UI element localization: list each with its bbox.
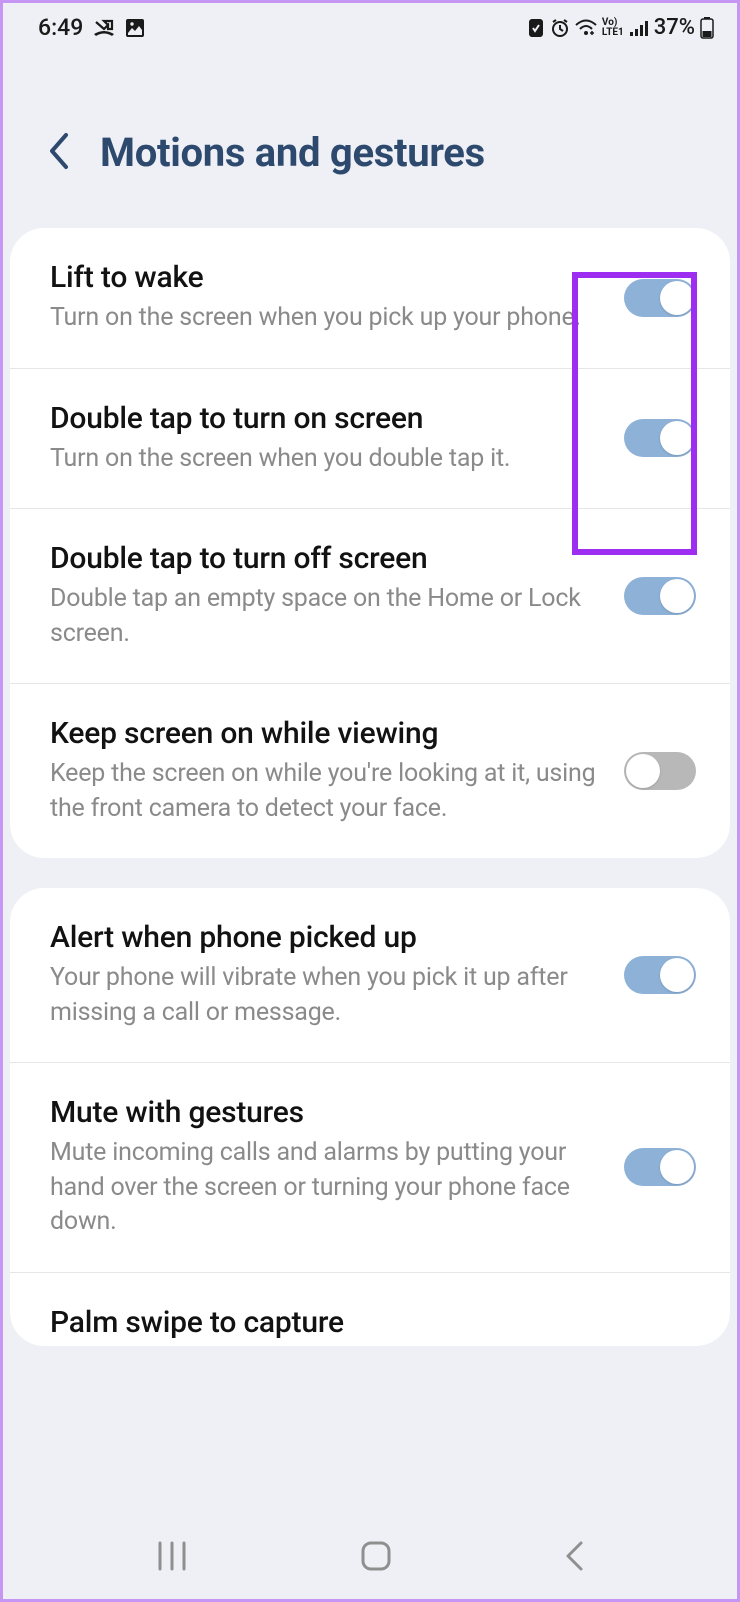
battery-text: 37% xyxy=(654,15,695,40)
toggle-lift-to-wake[interactable] xyxy=(624,279,696,317)
toggle-double-tap-on[interactable] xyxy=(624,419,696,457)
status-left: 6:49 xyxy=(38,14,145,41)
setting-mute-gestures[interactable]: Mute with gestures Mute incoming calls a… xyxy=(10,1063,730,1273)
status-bar: 6:49 Vo)LTE1 37% xyxy=(0,0,740,51)
setting-lift-to-wake[interactable]: Lift to wake Turn on the screen when you… xyxy=(10,228,730,369)
setting-title: Mute with gestures xyxy=(50,1095,604,1130)
setting-desc: Your phone will vibrate when you pick it… xyxy=(50,961,604,1030)
volte-icon: Vo)LTE1 xyxy=(602,18,624,38)
setting-text: Lift to wake Turn on the screen when you… xyxy=(50,260,604,336)
setting-title: Palm swipe to capture xyxy=(50,1305,696,1340)
settings-group-2: Alert when phone picked up Your phone wi… xyxy=(10,888,730,1346)
setting-desc: Keep the screen on while you're looking … xyxy=(50,757,604,826)
setting-text: Alert when phone picked up Your phone wi… xyxy=(50,920,604,1030)
setting-title: Alert when phone picked up xyxy=(50,920,604,955)
wifi-icon xyxy=(575,19,597,37)
setting-desc: Turn on the screen when you pick up your… xyxy=(50,301,604,336)
setting-title: Double tap to turn on screen xyxy=(50,401,604,436)
toggle-keep-screen-on[interactable] xyxy=(624,752,696,790)
toggle-double-tap-off[interactable] xyxy=(624,577,696,615)
setting-keep-screen-on[interactable]: Keep screen on while viewing Keep the sc… xyxy=(10,684,730,858)
setting-desc: Mute incoming calls and alarms by puttin… xyxy=(50,1136,604,1240)
setting-title: Lift to wake xyxy=(50,260,604,295)
setting-palm-swipe[interactable]: Palm swipe to capture xyxy=(10,1273,730,1346)
page-title: Motions and gestures xyxy=(100,129,485,176)
setting-alert-pickup[interactable]: Alert when phone picked up Your phone wi… xyxy=(10,888,730,1063)
missed-call-icon xyxy=(93,19,115,37)
setting-desc: Turn on the screen when you double tap i… xyxy=(50,442,604,477)
setting-text: Double tap to turn on screen Turn on the… xyxy=(50,401,604,477)
back-button[interactable] xyxy=(563,1540,585,1572)
home-button[interactable] xyxy=(360,1540,392,1572)
battery-icon xyxy=(700,17,714,39)
setting-text: Palm swipe to capture xyxy=(50,1305,696,1346)
setting-text: Keep screen on while viewing Keep the sc… xyxy=(50,716,604,826)
system-icon xyxy=(527,18,545,38)
toggle-alert-pickup[interactable] xyxy=(624,956,696,994)
page-header: Motions and gestures xyxy=(0,51,740,228)
setting-double-tap-on[interactable]: Double tap to turn on screen Turn on the… xyxy=(10,369,730,510)
toggle-mute-gestures[interactable] xyxy=(624,1148,696,1186)
settings-group-1: Lift to wake Turn on the screen when you… xyxy=(10,228,730,858)
setting-title: Double tap to turn off screen xyxy=(50,541,604,576)
status-right: Vo)LTE1 37% xyxy=(527,15,714,40)
setting-double-tap-off[interactable]: Double tap to turn off screen Double tap… xyxy=(10,509,730,684)
setting-desc: Double tap an empty space on the Home or… xyxy=(50,582,604,651)
navigation-bar xyxy=(0,1510,740,1602)
gallery-icon xyxy=(125,18,145,38)
signal-icon xyxy=(629,19,649,37)
setting-text: Mute with gestures Mute incoming calls a… xyxy=(50,1095,604,1240)
status-time: 6:49 xyxy=(38,14,83,41)
alarm-icon xyxy=(550,18,570,38)
back-icon[interactable] xyxy=(46,131,72,175)
recents-button[interactable] xyxy=(155,1541,189,1571)
setting-text: Double tap to turn off screen Double tap… xyxy=(50,541,604,651)
setting-title: Keep screen on while viewing xyxy=(50,716,604,751)
